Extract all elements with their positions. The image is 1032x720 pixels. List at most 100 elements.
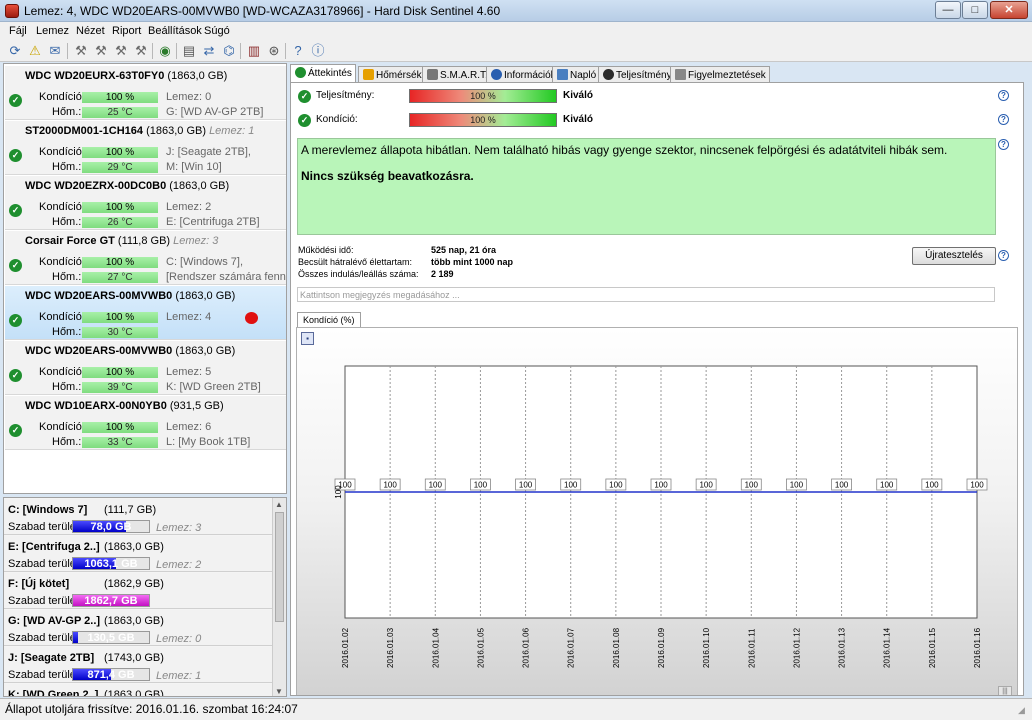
- toolbar-separator: [240, 43, 241, 59]
- info-icon[interactable]: ⓘ: [309, 42, 327, 60]
- resize-grip-icon[interactable]: ◢: [1018, 705, 1030, 717]
- disk-name: WDC WD20EARS-00MVWB0: [25, 345, 173, 357]
- volume-name: K: [WD Green 2..]: [8, 689, 99, 697]
- close-button[interactable]: ✕: [990, 1, 1028, 19]
- free-space-label: Szabad terület: [8, 558, 79, 570]
- volume-entry[interactable]: F: [Új kötet] (1862,9 GB) Szabad terület…: [4, 573, 274, 609]
- menu-view[interactable]: Nézet: [76, 25, 105, 37]
- disk-entry-1[interactable]: ST2000DM001-1CH164 (1863,0 GB) Lemez: 1 …: [5, 121, 286, 175]
- alert-icon[interactable]: ⚠: [26, 42, 44, 60]
- condition-bar: 100 %: [82, 367, 158, 378]
- volume-size: (1863,0 GB): [104, 615, 164, 627]
- tool-icon[interactable]: ⚒: [112, 42, 130, 60]
- disk-info-line1: Lemez: 4: [166, 311, 212, 323]
- temperature-label: Hőm.:: [52, 381, 82, 393]
- note-input[interactable]: Kattintson megjegyzés megadásához ...: [297, 287, 995, 302]
- disk-entry-2[interactable]: WDC WD20EZRX-00DC0B0 (1863,0 GB) ✓ Kondí…: [5, 176, 286, 230]
- tool-icon[interactable]: ⚒: [132, 42, 150, 60]
- tab-bar: Áttekintés Hőmérséklet S.M.A.R.T. Inform…: [290, 64, 1032, 82]
- scroll-thumb[interactable]: [275, 512, 284, 622]
- disk-entry-4-selected[interactable]: WDC WD20EARS-00MVWB0 (1863,0 GB) ✓ Kondí…: [5, 286, 286, 340]
- chart-icon[interactable]: ▥: [245, 42, 263, 60]
- menu-disk[interactable]: Lemez: [36, 25, 69, 37]
- help-icon[interactable]: ?: [998, 250, 1009, 261]
- volume-entry[interactable]: K: [WD Green 2..] (1863,0 GB): [4, 684, 274, 697]
- disk-entry-6[interactable]: WDC WD10EARX-00N0YB0 (931,5 GB) ✓ Kondíc…: [5, 396, 286, 450]
- temperature-label: Hőm.:: [52, 161, 82, 173]
- data-label: 100: [654, 481, 668, 490]
- volume-entry[interactable]: E: [Centrifuga 2..] (1863,0 GB) Szabad t…: [4, 536, 274, 572]
- disk-entry-3[interactable]: Corsair Force GT (111,8 GB) Lemez: 3 ✓ K…: [5, 231, 286, 285]
- x-tick-label: 2016.01.02: [341, 627, 350, 668]
- temperature-bar: 39 °C: [82, 382, 158, 393]
- uptime-value: 525 nap, 21 óra: [431, 245, 497, 255]
- condition-bar: 100 %: [82, 147, 158, 158]
- menu-file[interactable]: Fájl: [9, 25, 27, 37]
- health-message: A merevlemez állapota hibátlan. Nem talá…: [301, 143, 948, 157]
- chart-scrollbar[interactable]: |||: [303, 686, 1016, 695]
- start-count-label: Összes indulás/leállás száma:: [298, 269, 419, 279]
- help-icon[interactable]: ?: [289, 42, 307, 60]
- volume-entry[interactable]: C: [Windows 7] (111,7 GB) Szabad terület…: [4, 499, 274, 535]
- disk-list: WDC WD20EURX-63T0FY0 (1863,0 GB) ✓ Kondí…: [3, 63, 287, 494]
- tab-smart[interactable]: S.M.A.R.T.: [422, 66, 492, 82]
- help-icon[interactable]: ?: [998, 114, 1009, 125]
- tab-log[interactable]: Napló: [552, 66, 601, 82]
- globe-icon[interactable]: ◉: [156, 42, 174, 60]
- remaining-life-label: Becsült hátralévő élettartam:: [298, 257, 413, 267]
- tool-icon[interactable]: ⚒: [72, 42, 90, 60]
- condition-label: Kondíció:: [39, 366, 85, 378]
- temperature-label: Hőm.:: [52, 326, 82, 338]
- x-tick-label: 2016.01.09: [657, 627, 666, 668]
- save-icon[interactable]: ▪: [301, 332, 314, 345]
- scroll-grip-icon[interactable]: |||: [998, 686, 1012, 695]
- minimize-button[interactable]: —: [935, 1, 961, 19]
- main-window: Lemez: 4, WDC WD20EARS-00MVWB0 [WD-WCAZA…: [0, 0, 1032, 720]
- retest-button[interactable]: Újratesztelés: [912, 247, 996, 265]
- help-icon[interactable]: ?: [998, 90, 1009, 101]
- ok-check-icon: ✓: [9, 259, 22, 272]
- tab-condition-chart[interactable]: Kondíció (%): [297, 312, 361, 328]
- ok-check-icon: ✓: [9, 424, 22, 437]
- help-icon[interactable]: ?: [998, 139, 1009, 150]
- scroll-up-arrow-icon[interactable]: ▲: [275, 500, 283, 509]
- x-tick-label: 2016.01.10: [702, 627, 711, 668]
- volume-entry[interactable]: G: [WD AV-GP 2..] (1863,0 GB) Szabad ter…: [4, 610, 274, 646]
- free-space-value: 871,4 GB: [87, 669, 135, 681]
- condition-bar: 100 %: [82, 202, 158, 213]
- network-icon[interactable]: ⌬: [220, 42, 238, 60]
- title-bar: Lemez: 4, WDC WD20EARS-00MVWB0 [WD-WCAZA…: [0, 0, 1032, 22]
- disk-info-line1: Lemez: 5: [166, 366, 212, 378]
- tab-information[interactable]: Információk: [486, 66, 560, 82]
- tab-warnings[interactable]: Figyelmeztetések: [670, 66, 770, 82]
- menu-settings[interactable]: Beállítások: [148, 25, 202, 37]
- maximize-button[interactable]: □: [962, 1, 988, 19]
- disk-tool-icon[interactable]: ⊛: [265, 42, 283, 60]
- tab-performance[interactable]: Teljesítmény: [598, 66, 676, 82]
- disk-entry-5[interactable]: WDC WD20EARS-00MVWB0 (1863,0 GB) ✓ Kondí…: [5, 341, 286, 395]
- mail-icon[interactable]: ✉: [46, 42, 64, 60]
- free-space-bar: 130,5 GB: [72, 631, 150, 644]
- disk-entry-0[interactable]: WDC WD20EURX-63T0FY0 (1863,0 GB) ✓ Kondí…: [5, 66, 286, 120]
- free-space-label: Szabad terület: [8, 669, 79, 681]
- condition-label: Kondíció:: [39, 91, 85, 103]
- scroll-down-arrow-icon[interactable]: ▼: [275, 687, 283, 696]
- x-tick-label: 2016.01.16: [973, 627, 982, 668]
- document-icon[interactable]: ▤: [180, 42, 198, 60]
- volume-size: (1862,9 GB): [104, 578, 164, 590]
- volume-scrollbar[interactable]: ▲ ▼: [272, 498, 286, 696]
- sync-icon[interactable]: ⇄: [200, 42, 218, 60]
- ok-check-icon: ✓: [298, 90, 311, 103]
- volume-size: (1863,0 GB): [104, 541, 164, 553]
- overview-panel: ✓ Teljesítmény: 100 % Kiváló ? ✓ Kondíci…: [290, 82, 1024, 696]
- tool-icon[interactable]: ⚒: [92, 42, 110, 60]
- free-space-label: Szabad terület: [8, 632, 79, 644]
- volume-entry[interactable]: J: [Seagate 2TB] (1743,0 GB) Szabad terü…: [4, 647, 274, 683]
- refresh-icon[interactable]: ⟳: [6, 42, 24, 60]
- tab-overview[interactable]: Áttekintés: [290, 64, 356, 82]
- menu-report[interactable]: Riport: [112, 25, 141, 37]
- condition-bar: 100 %: [82, 312, 158, 323]
- menu-help[interactable]: Súgó: [204, 25, 230, 37]
- temperature-label: Hőm.:: [52, 216, 82, 228]
- disk-size: (1863,0 GB): [169, 180, 230, 192]
